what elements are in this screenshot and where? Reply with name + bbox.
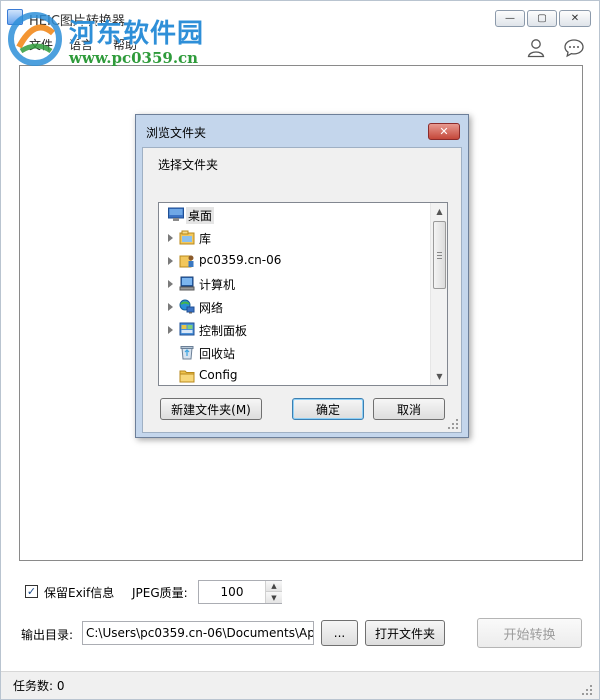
user-folder-icon — [179, 255, 194, 268]
minimize-icon: — — [505, 13, 515, 24]
dialog-title-bar: 浏览文件夹 ✕ — [136, 115, 468, 147]
tree-item-label: 计算机 — [199, 278, 236, 292]
stepper-down-button[interactable]: ▼ — [266, 592, 282, 603]
resize-grip-icon[interactable] — [581, 684, 593, 696]
arrow-up-icon: ▲ — [436, 207, 443, 216]
control-panel-icon — [179, 322, 195, 336]
tree-item-label: 控制面板 — [199, 324, 248, 338]
new-folder-button[interactable]: 新建文件夹(M) — [160, 398, 262, 420]
chat-icon[interactable] — [563, 37, 585, 59]
maximize-icon: ▢ — [537, 13, 547, 24]
expand-arrow-icon[interactable] — [168, 280, 173, 288]
close-icon: ✕ — [439, 125, 449, 138]
ok-button[interactable]: 确定 — [292, 398, 364, 420]
watermark-brand: 河东软件园 — [69, 19, 205, 49]
tree-item-label: 网络 — [199, 301, 224, 315]
tree-item-desktop[interactable]: 桌面 — [159, 203, 429, 226]
arrow-up-icon: ▲ — [271, 582, 277, 590]
task-count: 任务数: 0 — [13, 679, 65, 693]
dialog-instruction: 选择文件夹 — [158, 158, 219, 172]
keep-exif-label[interactable]: 保留Exif信息 — [44, 584, 114, 601]
thumb-grip-line — [437, 258, 442, 259]
stepper-up-button[interactable]: ▲ — [266, 581, 282, 592]
keep-exif-checkbox[interactable]: ✓ — [25, 585, 38, 598]
tree-item-label: 库 — [199, 232, 212, 246]
start-convert-button[interactable]: 开始转换 — [477, 618, 582, 648]
status-bar: 任务数: 0 — [1, 671, 599, 699]
recycle-bin-icon — [180, 346, 194, 360]
user-icon[interactable] — [525, 37, 547, 59]
jpeg-quality-stepper[interactable]: 100 ▲ ▼ — [198, 580, 282, 604]
computer-icon — [179, 276, 195, 291]
tree-item-label: 回收站 — [199, 347, 236, 361]
check-mark-icon: ✓ — [26, 585, 37, 598]
arrow-down-icon: ▼ — [271, 593, 277, 602]
jpeg-quality-value[interactable]: 100 — [199, 585, 265, 599]
expand-arrow-icon[interactable] — [168, 326, 173, 334]
tree-item-user-folder[interactable]: pc0359.cn-06 — [159, 249, 429, 272]
tree-item-recycle-bin[interactable]: 回收站 — [159, 341, 429, 364]
browse-button[interactable]: ... — [321, 620, 358, 646]
jpeg-quality-label: JPEG质量: — [132, 586, 188, 600]
tree-item-library[interactable]: 库 — [159, 226, 429, 249]
app-window: HEIC图片转换器 — ▢ ✕ 文件 语言 帮助 浏览文件夹 ✕ 选择文件夹 桌… — [0, 0, 600, 700]
cancel-button[interactable]: 取消 — [373, 398, 445, 420]
scroll-down-button[interactable]: ▼ — [431, 368, 447, 385]
desktop-icon — [168, 207, 184, 221]
resize-grip-icon[interactable] — [447, 418, 459, 430]
close-button[interactable]: ✕ — [559, 10, 591, 27]
tree-item-label: 桌面 — [186, 207, 215, 224]
stepper-buttons: ▲ ▼ — [265, 581, 282, 603]
tree-item-config[interactable]: Config — [159, 364, 429, 385]
thumb-grip-line — [437, 255, 442, 256]
folder-icon — [179, 370, 195, 383]
scroll-up-button[interactable]: ▲ — [431, 203, 447, 220]
library-icon — [179, 230, 195, 245]
scroll-thumb[interactable] — [433, 221, 446, 289]
dialog-title: 浏览文件夹 — [146, 126, 207, 140]
network-icon — [179, 299, 195, 314]
maximize-button[interactable]: ▢ — [527, 10, 557, 27]
tree-item-label: pc0359.cn-06 — [199, 253, 282, 267]
expand-arrow-icon[interactable] — [168, 257, 173, 265]
thumb-grip-line — [437, 252, 442, 253]
tree-item-computer[interactable]: 计算机 — [159, 272, 429, 295]
arrow-down-icon: ▼ — [436, 372, 443, 381]
minimize-button[interactable]: — — [495, 10, 525, 27]
tree-scrollbar[interactable]: ▲ ▼ — [430, 203, 447, 385]
watermark-url: www.pc0359.cn — [69, 49, 199, 67]
output-dir-label: 输出目录: — [21, 628, 74, 642]
expand-arrow-icon[interactable] — [168, 303, 173, 311]
dialog-body: 选择文件夹 桌面 库 pc0359.cn-06 计算机 网络 控制面板 回收站 … — [142, 147, 462, 433]
tree-item-label: Config — [199, 368, 238, 382]
open-folder-button[interactable]: 打开文件夹 — [365, 620, 445, 646]
tree-item-network[interactable]: 网络 — [159, 295, 429, 318]
tree-item-control-panel[interactable]: 控制面板 — [159, 318, 429, 341]
watermark-logo-icon — [8, 12, 62, 66]
dialog-close-button[interactable]: ✕ — [428, 123, 460, 140]
output-dir-field[interactable]: C:\Users\pc0359.cn-06\Documents\Apo — [82, 621, 314, 645]
expand-arrow-icon[interactable] — [168, 234, 173, 242]
close-icon: ✕ — [570, 13, 580, 24]
browse-folder-dialog: 浏览文件夹 ✕ 选择文件夹 桌面 库 pc0359.cn-06 计算机 网络 控… — [135, 114, 469, 438]
folder-tree[interactable]: 桌面 库 pc0359.cn-06 计算机 网络 控制面板 回收站 Config… — [158, 202, 448, 386]
